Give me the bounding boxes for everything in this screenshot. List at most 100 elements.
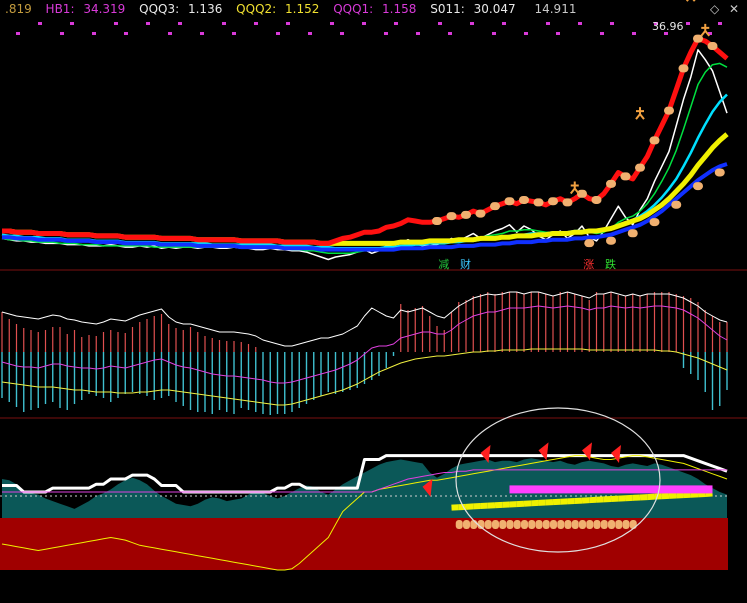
signal-pill: [562, 198, 573, 207]
indicator-pill: [586, 520, 594, 529]
signal-pill: [446, 212, 457, 221]
marker-dot: [254, 22, 258, 25]
marker-dot: [38, 22, 42, 25]
marker-dot: [124, 32, 128, 35]
signal-pill: [475, 209, 486, 218]
signal-pill: [591, 195, 602, 204]
marker-dot: [222, 22, 226, 25]
marker-dot: [394, 22, 398, 25]
marker-dot: [146, 22, 150, 25]
marker-dot: [438, 22, 442, 25]
signal-pill: [620, 172, 631, 181]
signal-pill: [649, 136, 660, 145]
indicator-pill: [593, 520, 601, 529]
marker-dot: [632, 32, 636, 35]
marker-dot: [178, 22, 182, 25]
marker-dot: [448, 32, 452, 35]
signal-pill: [649, 218, 660, 227]
marker-dot: [286, 22, 290, 25]
marker-dot: [330, 22, 334, 25]
signal-pill: [714, 168, 725, 177]
signal-label: 减: [438, 258, 450, 271]
indicator-pill: [622, 520, 630, 529]
indicator-pill: [513, 520, 521, 529]
marker-dot: [610, 22, 614, 25]
price-line-band_upper: [2, 36, 729, 246]
indicator-pill: [528, 520, 536, 529]
signal-pill: [461, 210, 471, 219]
signal-pill: [533, 198, 544, 207]
chart-canvas: [0, 0, 747, 571]
indicator-pill: [506, 520, 514, 529]
header-item-5: S011: 30.047: [430, 2, 516, 16]
indicator-pill: [492, 520, 499, 529]
signal-pill: [635, 163, 645, 172]
marker-dot: [416, 32, 420, 35]
marker-dot: [546, 22, 550, 25]
marker-dot: [200, 32, 204, 35]
indicator-pill: [615, 520, 623, 529]
marker-dot: [92, 32, 96, 35]
indicator-pill: [579, 520, 586, 529]
marker-dot: [718, 22, 722, 25]
price-line-ma_slow: [2, 132, 729, 246]
marker-dot: [502, 22, 506, 25]
signal-pill: [584, 239, 595, 248]
indicator-pill: [535, 520, 543, 529]
signal-pill: [432, 217, 442, 226]
marker-dot: [470, 22, 474, 25]
signal-pill: [504, 197, 515, 206]
figure-marker: [685, 0, 696, 2]
close-icon[interactable]: ✕: [729, 2, 739, 16]
marker-dot: [524, 32, 528, 35]
signal-label: 财: [460, 258, 471, 271]
marker-dot: [60, 32, 64, 35]
signal-triangle: [582, 442, 592, 461]
marker-dot: [686, 22, 690, 25]
marker-dot: [600, 32, 604, 35]
figure-marker: [569, 181, 580, 195]
signal-label: 涨: [583, 258, 595, 271]
indicator-pill: [557, 520, 565, 529]
signal-pill: [519, 195, 529, 204]
signal-triangle: [538, 442, 549, 461]
marker-dot: [384, 32, 388, 35]
indicator-bar-magenta: [509, 485, 713, 494]
indicator-header: .819 HB1: 34.319 QQQ3: 1.136 QQQ2: 1.152…: [0, 2, 586, 18]
indicator-pill: [521, 520, 528, 529]
marker-dot: [168, 32, 172, 35]
marker-dot: [492, 32, 496, 35]
indicator-pill: [564, 520, 572, 529]
signal-pill: [606, 179, 616, 188]
marker-dot: [16, 32, 20, 35]
indicator-pill: [542, 520, 550, 529]
header-item-3: QQQ2: 1.152: [236, 2, 320, 16]
marker-dot: [362, 22, 366, 25]
expand-icon[interactable]: ◇: [710, 2, 719, 16]
marker-dot: [232, 32, 236, 35]
marker-dot: [340, 32, 344, 35]
marker-dot: [578, 22, 582, 25]
chart-window: .819 HB1: 34.319 QQQ3: 1.136 QQQ2: 1.152…: [0, 0, 747, 603]
indicator-pill: [600, 520, 608, 529]
signal-pill: [678, 64, 689, 73]
indicator-pill: [629, 520, 637, 529]
indicator-pill: [571, 520, 579, 529]
figure-marker: [700, 23, 711, 37]
signal-pill: [671, 200, 682, 209]
signal-pill: [693, 182, 703, 191]
signal-pill: [548, 197, 558, 206]
signal-pill: [664, 106, 674, 115]
signal-triangle: [611, 445, 621, 463]
indicator-pill: [550, 520, 557, 529]
indicator-pill: [484, 520, 492, 529]
signal-pill: [490, 202, 500, 211]
indicator-pill: [455, 520, 463, 529]
indicator-pill: [463, 520, 470, 529]
indicator-pill: [499, 520, 507, 529]
marker-dot: [114, 22, 118, 25]
signal-pill: [707, 42, 718, 51]
marker-dot: [70, 22, 74, 25]
signal-pill: [606, 236, 616, 245]
peak-annotation: 36.96: [652, 19, 684, 33]
